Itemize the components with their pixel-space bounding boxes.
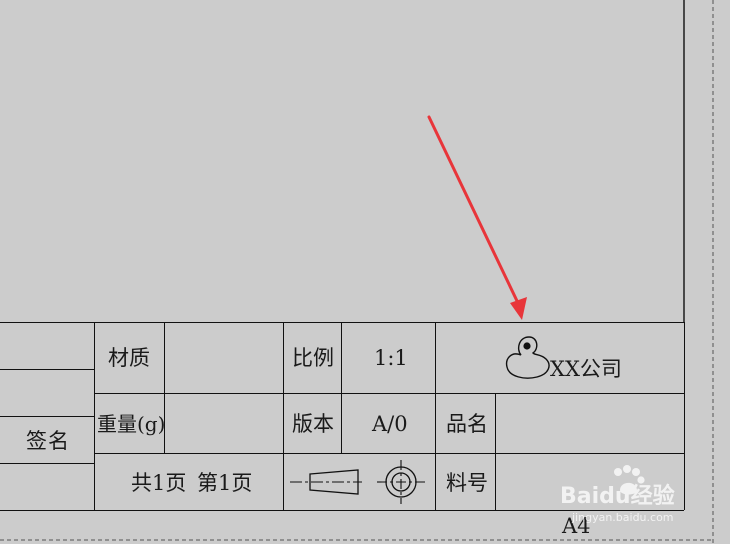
- annotation-arrow-icon: [427, 115, 527, 320]
- watermark-url: jingyan.baidu.com: [572, 511, 674, 524]
- watermark: Baidu经验 jingyan.baidu.com: [560, 464, 730, 524]
- watermark-brand: Baidu经验: [560, 484, 675, 509]
